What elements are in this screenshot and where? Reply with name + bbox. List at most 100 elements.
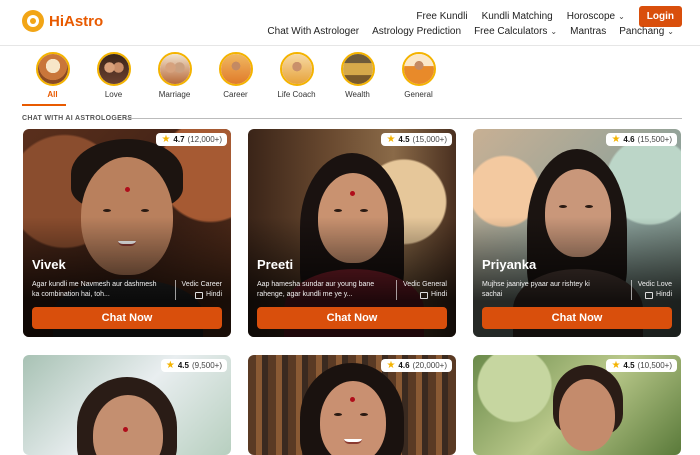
category-love[interactable]: Love [83, 52, 144, 99]
main-nav: Chat With Astrologer Astrology Predictio… [267, 26, 674, 37]
astrologer-meta: Vedic Career Hindi [174, 280, 222, 300]
rating-badge: ★ 4.6 (20,000+) [381, 359, 452, 372]
chat-bubble-icon [195, 291, 204, 299]
astrologer-card-5[interactable]: ★ 4.6 (20,000+) [248, 355, 456, 455]
astrologer-card-6[interactable]: ★ 4.5 (10,500+) [473, 355, 681, 455]
astrologer-name: Priyanka [482, 257, 537, 272]
category-general[interactable]: General [388, 52, 449, 99]
nav-horoscope-label: Horoscope [566, 11, 616, 22]
astrologer-meta: Vedic General Hindi [396, 280, 447, 300]
category-label: Life Coach [277, 90, 316, 99]
astrologer-language: Hindi [403, 290, 447, 300]
category-marriage-image [157, 52, 192, 86]
category-label: Wealth [345, 90, 370, 99]
brand-name: HiAstro [49, 12, 104, 30]
language-label: Hindi [431, 291, 447, 298]
rating-badge: ★ 4.6 (15,500+) [606, 133, 677, 146]
chat-bubble-icon [645, 291, 654, 299]
astrologer-description: Aap hamesha sundar aur young bane raheng… [257, 281, 375, 298]
category-wealth[interactable]: Wealth [327, 52, 388, 99]
rating-score: 4.6 [398, 361, 410, 370]
nav-astrology-prediction[interactable]: Astrology Prediction [372, 26, 461, 37]
rating-score: 4.5 [398, 135, 410, 144]
rating-badge: ★ 4.7 (12,000+) [156, 133, 227, 146]
rating-score: 4.5 [623, 361, 635, 370]
nav-kundli-matching[interactable]: Kundli Matching [482, 11, 553, 22]
category-career[interactable]: Career [205, 52, 266, 99]
astrologer-name: Preeti [257, 257, 294, 272]
chevron-down-icon: ⌄ [550, 27, 558, 36]
rating-count: (9,500+) [191, 361, 222, 370]
astrologer-description: Agar kundli me Navmesh aur dashmesh ka c… [32, 281, 157, 298]
section-title: CHAT WITH AI ASTROLOGERS [22, 115, 133, 122]
language-label: Hindi [656, 291, 672, 298]
nav-horoscope[interactable]: Horoscope ⌄ [567, 11, 625, 22]
rating-score: 4.5 [177, 361, 189, 370]
nav-free-calculators[interactable]: Free Calculators ⌄ [474, 26, 557, 37]
astrologer-description: Mujhse jaaniye pyaar aur rishtey ki sach… [482, 281, 590, 298]
rating-badge: ★ 4.5 (10,500+) [606, 359, 677, 372]
rating-score: 4.7 [173, 135, 185, 144]
category-label: General [404, 90, 433, 99]
category-all[interactable]: All [22, 52, 83, 99]
astrologer-language: Hindi [638, 290, 672, 300]
chat-now-button[interactable]: Chat Now [482, 307, 672, 329]
astrologer-language: Hindi [182, 290, 222, 300]
astrologer-type: Vedic Love [637, 281, 672, 288]
astrologer-card-4[interactable]: ★ 4.5 (9,500+) [23, 355, 231, 455]
nav-free-kundli[interactable]: Free Kundli [416, 11, 467, 22]
nav-free-calculators-label: Free Calculators [474, 26, 548, 37]
sun-logo-icon [22, 10, 44, 32]
login-button[interactable]: Login [638, 6, 682, 27]
astrologer-meta: Vedic Love Hindi [630, 280, 672, 300]
nav-panchang[interactable]: Panchang ⌄ [619, 26, 674, 37]
chat-now-button[interactable]: Chat Now [257, 307, 447, 329]
rating-count: (20,000+) [412, 361, 447, 370]
category-label: All [47, 90, 58, 99]
astrologer-type: Vedic General [403, 281, 447, 288]
active-tab-indicator [22, 104, 66, 106]
category-all-image [35, 52, 70, 86]
star-icon: ★ [386, 133, 396, 145]
category-career-image [218, 52, 253, 86]
logo[interactable]: HiAstro [22, 10, 103, 32]
site-header: HiAstro Free Kundli Kundli Matching Horo… [0, 0, 700, 46]
category-label: Marriage [158, 90, 191, 99]
category-label: Love [104, 90, 123, 99]
nav-mantras[interactable]: Mantras [570, 26, 606, 37]
category-wealth-image [340, 52, 375, 86]
rating-count: (15,500+) [637, 135, 672, 144]
language-label: Hindi [206, 291, 222, 298]
rating-count: (15,000+) [412, 135, 447, 144]
nav-panchang-label: Panchang [619, 26, 665, 37]
astrologer-card-preeti[interactable]: ★ 4.5 (15,000+) Preeti Aap hamesha sunda… [248, 129, 456, 337]
chevron-down-icon: ⌄ [618, 12, 625, 21]
chat-bubble-icon [420, 291, 429, 299]
rating-count: (12,000+) [187, 135, 222, 144]
rating-badge: ★ 4.5 (15,000+) [381, 133, 452, 146]
chat-now-button[interactable]: Chat Now [32, 307, 222, 329]
rating-badge: ★ 4.5 (9,500+) [160, 359, 227, 372]
category-label: Career [223, 90, 248, 99]
category-marriage[interactable]: Marriage [144, 52, 205, 99]
rating-score: 4.6 [623, 135, 635, 144]
category-general-image [401, 52, 436, 86]
section-divider [126, 118, 682, 119]
astrologer-card-vivek[interactable]: ★ 4.7 (12,000+) Vivek Agar kundli me Nav… [23, 129, 231, 337]
category-life-coach[interactable]: Life Coach [266, 52, 327, 99]
star-icon: ★ [386, 359, 396, 371]
rating-count: (10,500+) [637, 361, 672, 370]
star-icon: ★ [611, 359, 621, 371]
chevron-down-icon: ⌄ [667, 27, 674, 36]
astrologer-card-priyanka[interactable]: ★ 4.6 (15,500+) Priyanka Mujhse jaaniye … [473, 129, 681, 337]
astrologer-name: Vivek [32, 257, 66, 272]
astrologer-type: Vedic Career [181, 281, 222, 288]
category-tabs: All Love Marriage Career Life Coach Weal… [22, 52, 449, 99]
category-love-image [96, 52, 131, 86]
star-icon: ★ [165, 359, 175, 371]
star-icon: ★ [611, 133, 621, 145]
nav-chat-with-astrologer[interactable]: Chat With Astrologer [267, 26, 359, 37]
star-icon: ★ [161, 133, 171, 145]
top-nav: Free Kundli Kundli Matching Horoscope ⌄ L… [416, 6, 700, 27]
category-life-coach-image [279, 52, 314, 86]
